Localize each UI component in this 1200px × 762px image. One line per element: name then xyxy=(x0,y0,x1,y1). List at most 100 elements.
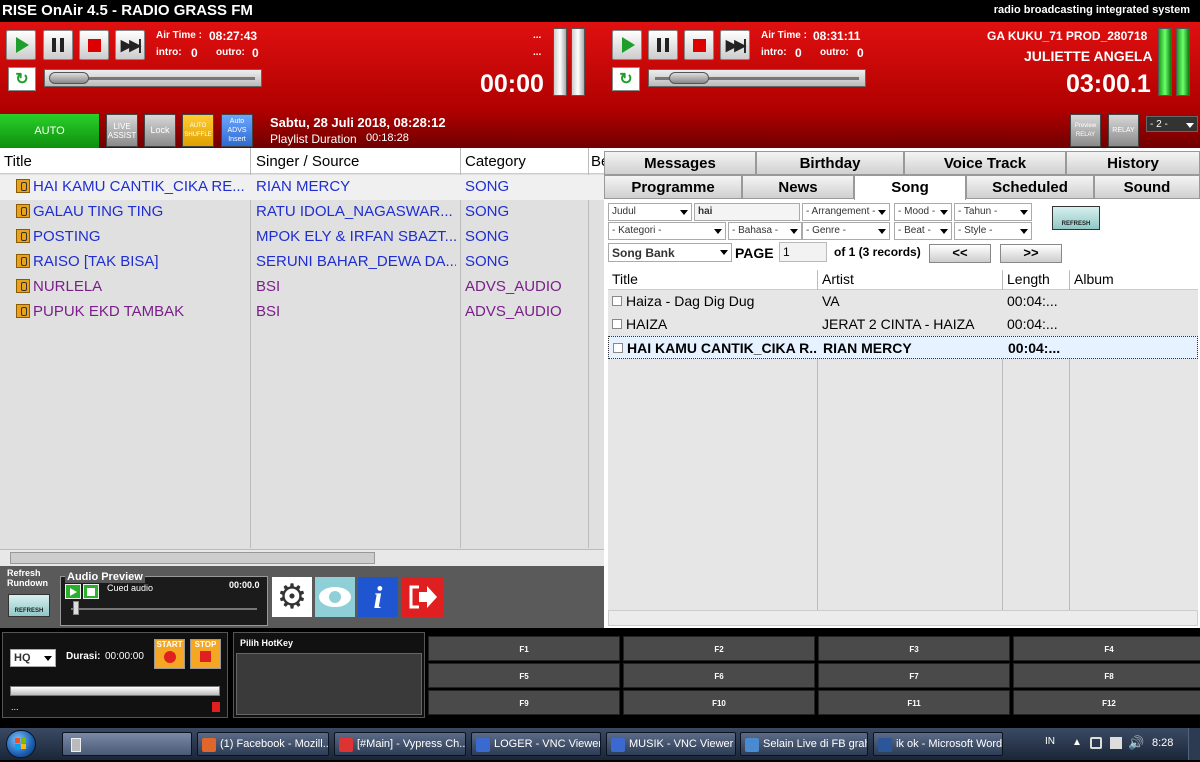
play-button-2[interactable] xyxy=(612,30,642,60)
stop-button-1[interactable] xyxy=(79,30,109,60)
beat-select[interactable]: - Beat - xyxy=(894,222,952,240)
hotkey-f4[interactable]: F4 xyxy=(1013,636,1200,661)
exit-button[interactable] xyxy=(402,577,444,617)
tab-sound[interactable]: Sound xyxy=(1094,175,1200,199)
tab-history[interactable]: History xyxy=(1066,151,1200,175)
taskbar-task[interactable]: Selain Live di FB grah... xyxy=(740,732,868,756)
hotkey-f2[interactable]: F2 xyxy=(623,636,815,661)
song-row[interactable]: Haiza - Dag Dig Dug VA 00:04:... xyxy=(608,290,1198,313)
language-indicator[interactable]: IN xyxy=(1045,736,1055,747)
preview-stop-button[interactable] xyxy=(83,584,99,599)
hotkey-select[interactable] xyxy=(236,653,422,715)
prev-page-button[interactable]: << xyxy=(929,244,991,263)
hotkey-f8[interactable]: F8 xyxy=(1013,663,1200,688)
tray-monitor-icon[interactable] xyxy=(1110,737,1122,749)
seek-slider-2[interactable] xyxy=(648,69,866,87)
tab-song[interactable]: Song xyxy=(854,175,966,200)
clock[interactable]: 8:28 xyxy=(1152,737,1173,749)
hotkey-f12[interactable]: F12 xyxy=(1013,690,1200,715)
songs-col-title[interactable]: Title xyxy=(612,271,638,287)
start-button[interactable] xyxy=(6,730,36,758)
show-desktop-button[interactable] xyxy=(1188,728,1200,760)
song-row[interactable]: HAIZA JERAT 2 CINTA - HAIZA 00:04:... xyxy=(608,313,1198,336)
lock-button[interactable]: Lock xyxy=(144,114,176,147)
info-button[interactable]: i xyxy=(358,577,398,617)
col-singer[interactable]: Singer / Source xyxy=(256,153,359,170)
playlist-row[interactable]: PUPUK EKD TAMBAK BSI ADVS_AUDIO xyxy=(0,300,604,325)
taskbar-current-app[interactable] xyxy=(62,732,192,756)
preview-seek-track[interactable] xyxy=(71,608,257,610)
auto-shuffle-button[interactable]: AUTO SHUFFLE xyxy=(182,114,214,147)
cue-reload-button-1[interactable]: ↻ xyxy=(8,67,36,91)
refresh-rundown-button[interactable]: REFRESH xyxy=(8,594,50,617)
refresh-search-button[interactable]: REFRESH xyxy=(1052,206,1100,230)
relay-channel-select[interactable]: - 2 - xyxy=(1146,116,1198,132)
source-select[interactable]: Song Bank xyxy=(608,243,732,262)
hotkey-f6[interactable]: F6 xyxy=(623,663,815,688)
playlist-row[interactable]: HAI KAMU CANTIK_CIKA RE... RIAN MERCY SONG xyxy=(0,175,604,200)
view-button[interactable] xyxy=(315,577,355,617)
arrangement-select[interactable]: - Arrangement - xyxy=(802,203,890,221)
preview-play-button[interactable] xyxy=(65,584,81,599)
kategori-select[interactable]: - Kategori - xyxy=(608,222,726,240)
tab-messages[interactable]: Messages xyxy=(604,151,756,175)
tahun-select[interactable]: - Tahun - xyxy=(954,203,1032,221)
hotkey-f5[interactable]: F5 xyxy=(428,663,620,688)
taskbar-task[interactable]: [#Main] - Vypress Ch... xyxy=(334,732,466,756)
songs-col-length[interactable]: Length xyxy=(1007,271,1050,287)
song-checkbox[interactable] xyxy=(613,343,623,353)
search-field-select[interactable]: Judul xyxy=(608,203,692,221)
tray-network-icon[interactable] xyxy=(1090,737,1102,749)
preview-relay-button[interactable]: Preview RELAY xyxy=(1070,114,1101,147)
bahasa-select[interactable]: - Bahasa - xyxy=(728,222,802,240)
mood-select[interactable]: - Mood - xyxy=(894,203,952,221)
taskbar-task[interactable]: ik ok - Microsoft Word xyxy=(873,732,1003,756)
hotkey-f3[interactable]: F3 xyxy=(818,636,1010,661)
next-page-button[interactable]: >> xyxy=(1000,244,1062,263)
tray-expand-icon[interactable]: ▲ xyxy=(1072,737,1082,748)
auto-mode-button[interactable]: AUTO xyxy=(0,114,99,148)
preview-seek-thumb[interactable] xyxy=(73,601,79,615)
playlist-row[interactable]: RAISO [TAK BISA] SERUNI BAHAR_DEWA DA... S… xyxy=(0,250,604,275)
songs-hscrollbar[interactable] xyxy=(608,610,1198,626)
hotkey-f7[interactable]: F7 xyxy=(818,663,1010,688)
tab-news[interactable]: News xyxy=(742,175,854,199)
quality-select[interactable]: HQ xyxy=(10,649,56,667)
record-start-button[interactable]: START xyxy=(154,639,185,669)
stop-button-2[interactable] xyxy=(684,30,714,60)
page-input[interactable]: 1 xyxy=(779,242,827,262)
song-checkbox[interactable] xyxy=(612,319,622,329)
scroll-thumb[interactable] xyxy=(10,552,375,564)
style-select[interactable]: - Style - xyxy=(954,222,1032,240)
pause-button-1[interactable] xyxy=(43,30,73,60)
genre-select[interactable]: - Genre - xyxy=(802,222,890,240)
songs-col-artist[interactable]: Artist xyxy=(822,271,854,287)
col-extra[interactable]: Be xyxy=(591,153,604,170)
seek-slider-1[interactable] xyxy=(44,69,262,87)
play-button-1[interactable] xyxy=(6,30,36,60)
songs-col-album[interactable]: Album xyxy=(1074,271,1114,287)
playlist-hscrollbar[interactable] xyxy=(0,549,604,566)
taskbar-task[interactable]: (1) Facebook - Mozill... xyxy=(197,732,329,756)
settings-button[interactable]: ⚙ xyxy=(272,577,312,617)
search-input[interactable]: hai xyxy=(694,203,800,221)
pause-button-2[interactable] xyxy=(648,30,678,60)
speaker-icon[interactable]: 🔊 xyxy=(1128,735,1144,751)
hotkey-f9[interactable]: F9 xyxy=(428,690,620,715)
live-assist-button[interactable]: LIVE ASSIST xyxy=(106,114,138,147)
playlist-row[interactable]: POSTING MPOK ELY & IRFAN SBAZT... SONG xyxy=(0,225,604,250)
record-stop-button[interactable]: STOP xyxy=(190,639,221,669)
song-checkbox[interactable] xyxy=(612,296,622,306)
auto-advs-insert-button[interactable]: Auto ADVS Insert xyxy=(221,114,253,147)
col-category[interactable]: Category xyxy=(465,153,526,170)
relay-button[interactable]: RELAY xyxy=(1108,114,1139,147)
song-row[interactable]: HAI KAMU CANTIK_CIKA R... RIAN MERCY 00:04… xyxy=(608,336,1198,359)
playlist-row[interactable]: GALAU TING TING RATU IDOLA_NAGASWAR... SON… xyxy=(0,200,604,225)
tab-programme[interactable]: Programme xyxy=(604,175,742,199)
next-button-2[interactable]: ▶▶| xyxy=(720,30,750,60)
hotkey-f1[interactable]: F1 xyxy=(428,636,620,661)
taskbar-task[interactable]: LOGER - VNC Viewer xyxy=(471,732,601,756)
cue-reload-button-2[interactable]: ↻ xyxy=(612,67,640,91)
tab-birthday[interactable]: Birthday xyxy=(756,151,904,175)
taskbar-task[interactable]: MUSIK - VNC Viewer xyxy=(606,732,736,756)
